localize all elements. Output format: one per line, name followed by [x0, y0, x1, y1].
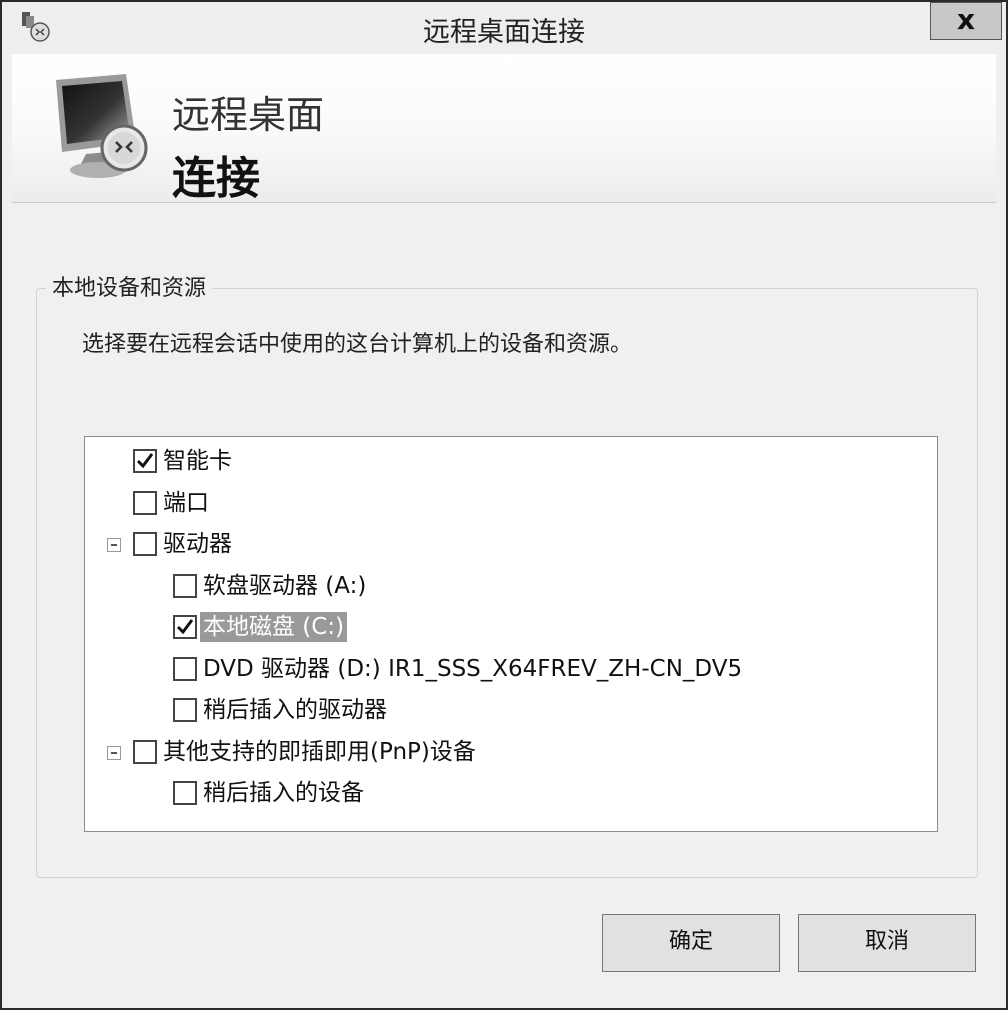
banner-title-line1: 远程桌面: [172, 93, 325, 137]
tree-item-checkbox[interactable]: [133, 740, 157, 764]
tree-item-label: 驱动器: [163, 531, 232, 557]
tree-item[interactable]: 端口: [85, 487, 935, 521]
tree-item-checkbox[interactable]: [173, 698, 197, 722]
group-description: 选择要在远程会话中使用的这台计算机上的设备和资源。: [82, 332, 633, 357]
tree-item[interactable]: 智能卡: [85, 445, 935, 479]
tree-item-checkbox[interactable]: [173, 615, 197, 639]
ok-button[interactable]: 确定: [602, 914, 780, 972]
tree-item-checkbox[interactable]: [133, 491, 157, 515]
tree-item-checkbox[interactable]: [133, 449, 157, 473]
checkmark-icon: [136, 453, 154, 469]
tree-item-label: 端口: [163, 490, 209, 516]
tree-item-checkbox[interactable]: [133, 532, 157, 556]
collapse-icon[interactable]: [107, 746, 121, 760]
tree-item-checkbox[interactable]: [173, 657, 197, 681]
checkmark-icon: [176, 619, 194, 635]
group-legend: 本地设备和资源: [46, 270, 213, 302]
tree-item-checkbox[interactable]: [173, 781, 197, 805]
close-button[interactable]: x: [930, 2, 1002, 40]
tree-item-label: 智能卡: [163, 448, 232, 474]
window-title: 远程桌面连接: [423, 17, 585, 48]
tree-item-label: 其他支持的即插即用(PnP)设备: [163, 739, 476, 765]
device-tree[interactable]: 智能卡端口驱动器软盘驱动器 (A:) 本地磁盘 (C:) DVD 驱动器 (D:) …: [84, 436, 938, 832]
tree-item[interactable]: 本地磁盘 (C:): [85, 611, 935, 645]
monitor-icon: [56, 74, 148, 178]
tree-item[interactable]: 稍后插入的设备: [85, 777, 935, 811]
tree-item-checkbox[interactable]: [173, 574, 197, 598]
tree-item[interactable]: DVD 驱动器 (D:) IR1_SSS_X64FREV_ZH-CN_DV5: [85, 653, 935, 687]
tree-item-label: 软盘驱动器 (A:): [203, 573, 367, 599]
collapse-icon[interactable]: [107, 538, 121, 552]
cancel-button[interactable]: 取消: [798, 914, 976, 972]
title-bar: 远程桌面连接 x: [2, 2, 1006, 54]
tree-item[interactable]: 稍后插入的驱动器: [85, 694, 935, 728]
banner: 远程桌面 连接: [12, 54, 996, 204]
tree-item[interactable]: 其他支持的即插即用(PnP)设备: [85, 736, 935, 770]
tree-item-label: 稍后插入的设备: [203, 780, 364, 806]
tree-item-label: DVD 驱动器 (D:) IR1_SSS_X64FREV_ZH-CN_DV5: [203, 656, 743, 682]
tree-item[interactable]: 软盘驱动器 (A:): [85, 570, 935, 604]
dialog-window: 远程桌面连接 x 远程桌面 连接 本地设备和资源 选择要在远程会话中使用的这台计…: [0, 0, 1008, 1010]
tree-item-label: 本地磁盘 (C:): [200, 612, 348, 642]
banner-title-line2: 连接: [172, 153, 260, 204]
tree-item-label: 稍后插入的驱动器: [203, 697, 387, 723]
tree-item[interactable]: 驱动器: [85, 528, 935, 562]
